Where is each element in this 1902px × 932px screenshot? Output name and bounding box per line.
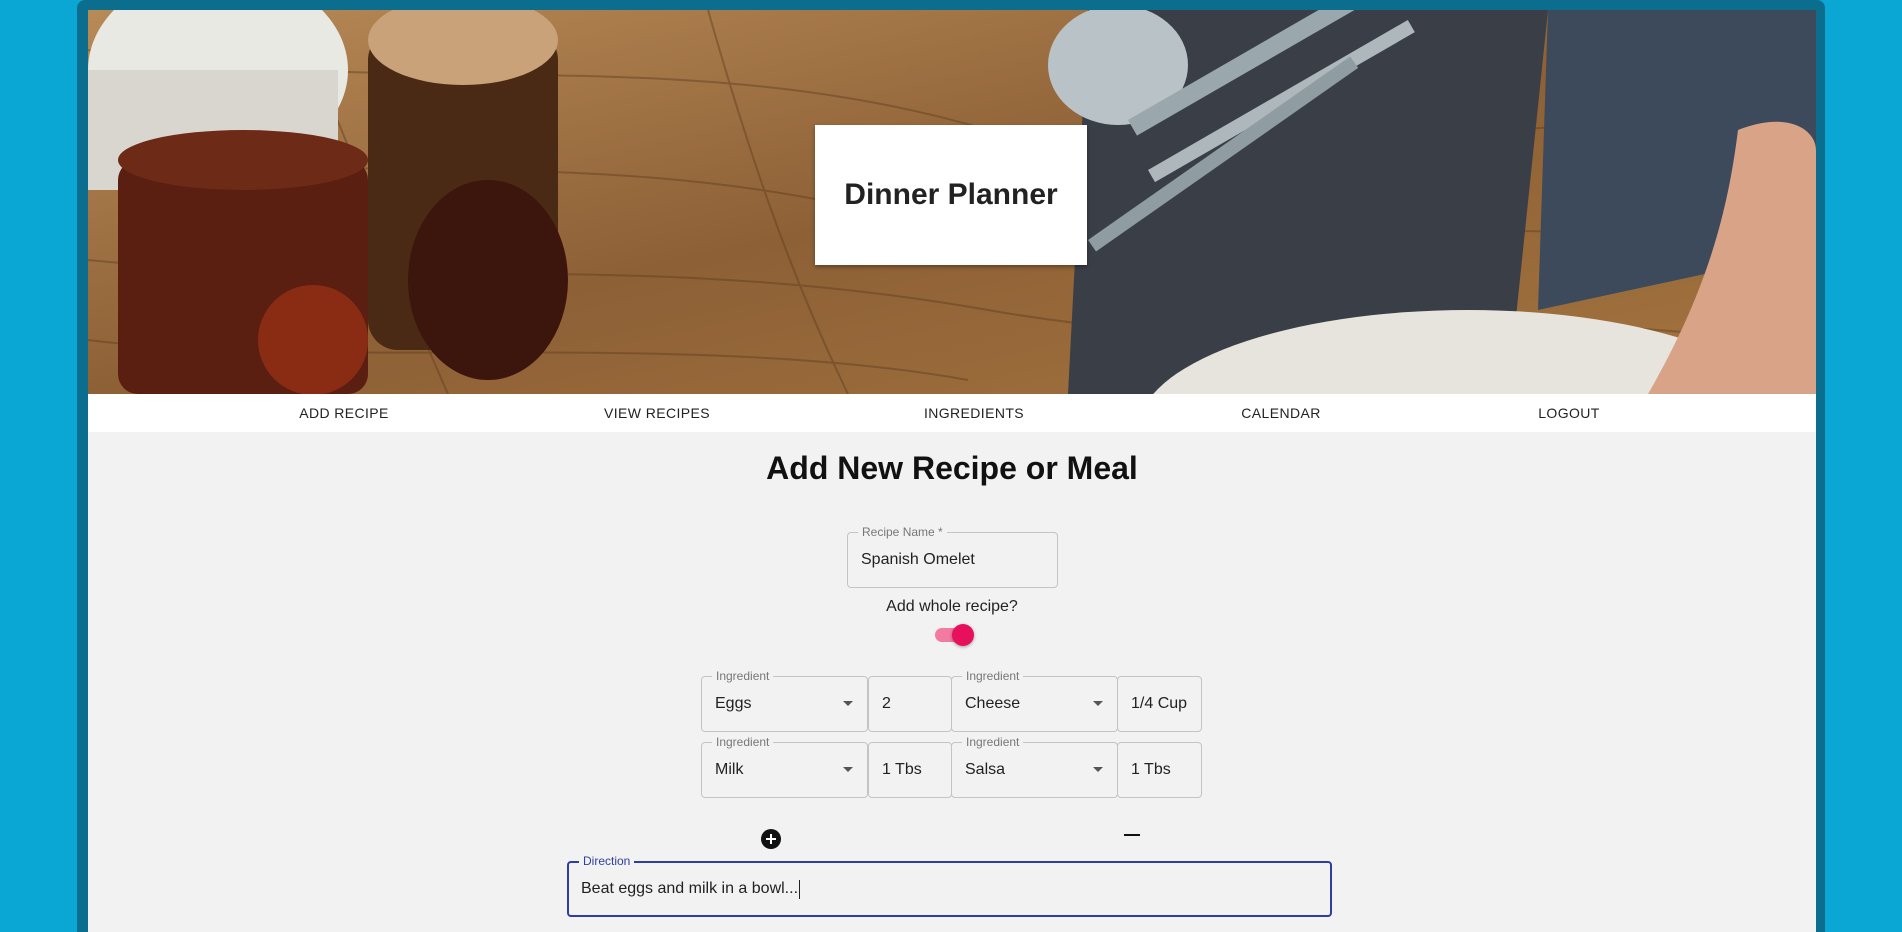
ingredient-value: Salsa <box>965 761 1006 778</box>
ingredient-amount-4[interactable]: 1 Tbs <box>1117 742 1202 798</box>
app-title-card: Dinner Planner <box>815 125 1087 265</box>
minus-icon <box>1124 834 1140 836</box>
nav-ingredients[interactable]: INGREDIENTS <box>924 394 1024 432</box>
plus-circle-icon <box>761 829 781 849</box>
ingredient-select-4[interactable]: Ingredient Salsa <box>951 735 1118 798</box>
ingredient-select-2[interactable]: Ingredient Cheese <box>951 669 1118 732</box>
app-title: Dinner Planner <box>844 178 1058 211</box>
whole-recipe-label: Add whole recipe? <box>886 598 1018 615</box>
ingredient-amount-3[interactable]: 1 Tbs <box>868 742 952 798</box>
app-container: Dinner Planner ADD RECIPE VIEW RECIPES I… <box>88 10 1816 932</box>
ingredient-value: Eggs <box>715 695 752 712</box>
ingredient-select-1[interactable]: Ingredient Eggs <box>701 669 868 732</box>
amount-value: 2 <box>882 695 891 712</box>
direction-field[interactable]: Direction Beat eggs and milk in a bowl..… <box>567 854 1332 917</box>
hero-banner: Dinner Planner <box>88 10 1816 394</box>
whole-recipe-toggle-thumb[interactable] <box>952 624 974 646</box>
dropdown-caret-icon <box>843 701 853 706</box>
recipe-name-field[interactable]: Recipe Name * Spanish Omelet <box>847 525 1058 588</box>
remove-ingredient-button[interactable] <box>1124 828 1140 842</box>
nav-add-recipe[interactable]: ADD RECIPE <box>299 394 389 432</box>
add-ingredient-button[interactable] <box>761 829 781 849</box>
ingredient-value: Cheese <box>965 695 1021 712</box>
ingredient-amount-2[interactable]: 1/4 Cup <box>1117 676 1202 732</box>
nav-calendar[interactable]: CALENDAR <box>1241 394 1320 432</box>
amount-value: 1 Tbs <box>882 761 922 778</box>
dropdown-caret-icon <box>1093 701 1103 706</box>
text-cursor <box>799 879 801 899</box>
page-title: Add New Recipe or Meal <box>766 450 1138 486</box>
ingredient-amount-1[interactable]: 2 <box>868 676 952 732</box>
direction-value: Beat eggs and milk in a bowl... <box>581 880 799 897</box>
dropdown-caret-icon <box>843 767 853 772</box>
ingredient-select-3[interactable]: Ingredient Milk <box>701 735 868 798</box>
nav-logout[interactable]: LOGOUT <box>1538 394 1600 432</box>
recipe-name-value: Spanish Omelet <box>861 551 975 568</box>
amount-value: 1 Tbs <box>1131 761 1171 778</box>
nav-view-recipes[interactable]: VIEW RECIPES <box>604 394 710 432</box>
dropdown-caret-icon <box>1093 767 1103 772</box>
ingredient-value: Milk <box>715 761 744 778</box>
main-nav: ADD RECIPE VIEW RECIPES INGREDIENTS CALE… <box>88 394 1816 432</box>
direction-value-wrap: Beat eggs and milk in a bowl... <box>581 863 801 915</box>
amount-value: 1/4 Cup <box>1131 695 1188 712</box>
